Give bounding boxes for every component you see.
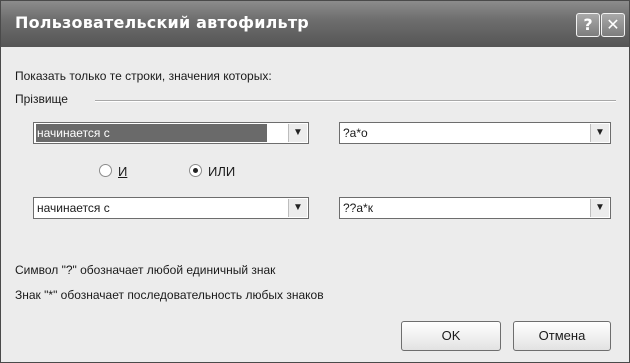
condition2-operator-select[interactable]: начинается с ▼ (33, 197, 309, 219)
close-icon: ✕ (606, 15, 620, 34)
close-button[interactable]: ✕ (601, 13, 625, 37)
radio-and-label: И (118, 164, 128, 179)
radio-and-indicator[interactable] (99, 164, 112, 177)
title-bar[interactable]: Пользовательский автофильтр ? ✕ (1, 1, 629, 47)
condition1-value: ?а*о (343, 126, 368, 140)
condition2-operator-value: начинается с (37, 201, 110, 215)
instruction-label: Показать только те строки, значения кото… (15, 69, 272, 83)
help-button[interactable]: ? (576, 13, 600, 37)
dialog-title: Пользовательский автофильтр (15, 13, 309, 32)
condition1-operator-select[interactable]: начинается с ▼ (33, 122, 309, 144)
hint-question-mark: Символ "?" обозначает любой единичный зн… (15, 263, 276, 277)
chevron-down-icon[interactable]: ▼ (590, 124, 609, 142)
group-divider (95, 100, 616, 102)
field-name-label: Прізвище (15, 92, 68, 106)
radio-or-label: ИЛИ (208, 164, 236, 179)
radio-and[interactable]: И (99, 164, 127, 179)
help-icon: ? (583, 15, 593, 34)
condition2-value-select[interactable]: ??а*к ▼ (339, 197, 611, 219)
radio-or-indicator[interactable] (189, 164, 202, 177)
chevron-down-icon[interactable]: ▼ (288, 199, 307, 217)
condition2-value: ??а*к (343, 201, 373, 215)
condition1-value-select[interactable]: ?а*о ▼ (339, 122, 611, 144)
ok-button[interactable]: OK (401, 321, 501, 351)
chevron-down-icon[interactable]: ▼ (288, 124, 307, 142)
cancel-button[interactable]: Отмена (513, 321, 611, 351)
chevron-down-icon[interactable]: ▼ (590, 199, 609, 217)
condition1-operator-value: начинается с (36, 124, 267, 142)
radio-or[interactable]: ИЛИ (189, 164, 235, 179)
autofilter-dialog: Пользовательский автофильтр ? ✕ Показать… (0, 0, 630, 363)
hint-asterisk: Знак "*" обозначает последовательность л… (15, 288, 324, 302)
